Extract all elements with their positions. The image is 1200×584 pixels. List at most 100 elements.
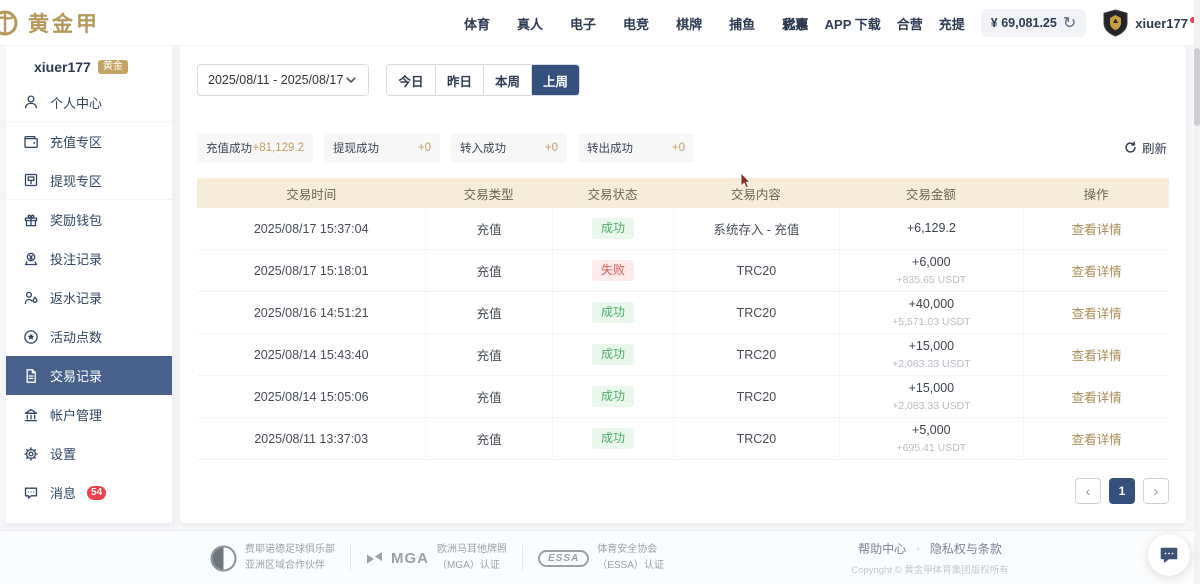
feyenoord-logo-icon (210, 545, 237, 572)
col-action: 操作 (1023, 184, 1169, 203)
view-details-link[interactable]: 查看详情 (1072, 387, 1122, 406)
cell-time: 2025/08/14 15:43:40 (197, 348, 425, 362)
nav-cards[interactable]: 棋牌 (676, 14, 702, 33)
vip-level-badge: 黄金 (98, 60, 128, 74)
nav-esports[interactable]: 电竞 (623, 14, 649, 33)
cell-type: 充值 (425, 418, 551, 459)
nav-slots[interactable]: 电子 (570, 14, 596, 33)
date-range-select[interactable]: 2025/08/11 - 2025/08/17 (197, 64, 369, 96)
chevron-down-icon (344, 73, 358, 87)
cert-essa: ESSA 体育安全协会 （ESSA）认证 (538, 542, 664, 574)
bank-icon (23, 407, 39, 423)
sidebar-item-messages[interactable]: 消息 54 (6, 473, 172, 512)
star-icon (23, 329, 39, 345)
col-content: 交易内容 (673, 184, 838, 203)
cell-time: 2025/08/14 15:05:06 (197, 390, 425, 404)
status-badge: 失败 (592, 260, 634, 281)
cell-amount: +15,000+2,083.33 USDT (839, 334, 1024, 375)
page-prev-button[interactable]: ‹ (1075, 478, 1101, 504)
sidebar-item-personal-center[interactable]: 个人中心 (6, 83, 172, 122)
status-badge: 成功 (592, 218, 634, 239)
gear-icon (23, 446, 39, 462)
scrollbar-thumb[interactable] (1194, 48, 1200, 126)
tab-this-week[interactable]: 本周 (483, 65, 531, 95)
refresh-icon (1124, 141, 1137, 154)
cell-type: 充值 (425, 208, 551, 249)
status-badge: 成功 (592, 302, 634, 323)
sidebar-item-transaction-records[interactable]: 交易记录 (6, 356, 172, 395)
site-logo[interactable]: 黄金甲 (0, 6, 100, 40)
sidebar-username: xiuer177 (34, 59, 91, 75)
cell-status: 失败 (552, 250, 674, 291)
sidebar-item-activity-points[interactable]: 活动点数 (6, 317, 172, 356)
nav-sports[interactable]: 体育 (464, 14, 490, 33)
cell-status: 成功 (552, 376, 674, 417)
cell-action: 查看详情 (1023, 334, 1169, 375)
sidebar-item-label: 帐户管理 (50, 405, 102, 424)
refresh-button[interactable]: 刷新 (1124, 138, 1167, 157)
link-promotions[interactable]: 优惠 (783, 14, 809, 33)
sidebar-item-rebate-records[interactable]: 返水记录 (6, 278, 172, 317)
link-app-download[interactable]: APP 下载 (825, 14, 881, 33)
certifications: 费耶诺德足球俱乐部 亚洲区域合作伙伴 MGA 欧洲马耳他牌照 （MGA）认证 E… (210, 531, 664, 584)
page-next-button[interactable]: › (1143, 478, 1169, 504)
cell-status: 成功 (552, 292, 674, 333)
cert-line2: 亚洲区域合作伙伴 (245, 558, 335, 574)
view-details-link[interactable]: 查看详情 (1072, 261, 1122, 280)
sidebar-item-account-management[interactable]: 帐户管理 (6, 395, 172, 434)
cert-line1: 体育安全协会 (597, 542, 664, 558)
cert-mga: MGA 欧洲马耳他牌照 （MGA）认证 (366, 542, 507, 574)
date-range-value: 2025/08/11 - 2025/08/17 (208, 73, 343, 87)
unread-count-badge: 54 (87, 486, 106, 500)
sidebar-item-settings[interactable]: 设置 (6, 434, 172, 473)
cell-time: 2025/08/17 15:37:04 (197, 222, 425, 236)
main-nav: 体育 真人 电子 电竞 棋牌 捕鱼 彩票 (464, 0, 808, 46)
avatar-shield-icon (1102, 9, 1129, 37)
tab-yesterday[interactable]: 昨日 (435, 65, 483, 95)
help-center-link[interactable]: 帮助中心 (858, 540, 906, 557)
user-menu[interactable]: xiuer177 (1102, 9, 1196, 37)
divider (350, 545, 351, 571)
sidebar-item-label: 提现专区 (50, 171, 102, 190)
sidebar-item-label: 投注记录 (50, 249, 102, 268)
cell-content: TRC20 (673, 292, 838, 333)
stat-transfer-in-success: 转入成功 +0 (451, 133, 567, 163)
footer-right: 帮助中心 › 隐私权与条款 Copyright © 黄金甲体育集团版权所有 (830, 540, 1030, 576)
sidebar: xiuer177 黄金 个人中心 充值专区 提现专区 奖励钱包 投注记录 返水记… (6, 46, 172, 523)
chat-bubble-icon (23, 485, 39, 501)
header-username: xiuer177 (1135, 16, 1188, 31)
sidebar-item-deposit[interactable]: 充值专区 (6, 122, 172, 161)
summary-stats: 充值成功 +81,129.2 提现成功 +0 转入成功 +0 转出成功 +0 (197, 133, 694, 163)
view-details-link[interactable]: 查看详情 (1072, 429, 1122, 448)
table-header: 交易时间 交易类型 交易状态 交易内容 交易金额 操作 (197, 178, 1169, 208)
footer-link-separator: › (916, 543, 920, 555)
copyright: Copyright © 黄金甲体育集团版权所有 (830, 562, 1030, 576)
sidebar-item-withdraw[interactable]: 提现专区 (6, 161, 172, 200)
scrollbar-track[interactable] (1194, 0, 1200, 584)
transactions-table: 交易时间 交易类型 交易状态 交易内容 交易金额 操作 2025/08/17 1… (197, 178, 1169, 460)
view-details-link[interactable]: 查看详情 (1072, 345, 1122, 364)
privacy-terms-link[interactable]: 隐私权与条款 (930, 540, 1002, 557)
sidebar-item-reward-wallet[interactable]: 奖励钱包 (6, 200, 172, 239)
divider (522, 545, 523, 571)
cell-time: 2025/08/17 15:18:01 (197, 264, 425, 278)
view-details-link[interactable]: 查看详情 (1072, 303, 1122, 322)
view-details-link[interactable]: 查看详情 (1072, 219, 1122, 238)
table-row: 2025/08/17 15:18:01 充值 失败 TRC20 +6,000+8… (197, 250, 1169, 292)
link-affiliate[interactable]: 合营 (897, 14, 923, 33)
cell-amount: +5,000+695.41 USDT (839, 418, 1024, 459)
sidebar-item-bet-records[interactable]: 投注记录 (6, 239, 172, 278)
page-1-button[interactable]: 1 (1109, 478, 1135, 504)
cert-line2: （ESSA）认证 (597, 558, 664, 574)
nav-fishing[interactable]: 捕鱼 (729, 14, 755, 33)
tab-today[interactable]: 今日 (387, 65, 435, 95)
link-deposit-withdraw[interactable]: 充提 (939, 14, 965, 33)
balance-pill[interactable]: ¥ 69,081.25 ↻ (981, 9, 1086, 37)
status-badge: 成功 (592, 344, 634, 365)
refresh-balance-icon[interactable]: ↻ (1063, 13, 1076, 33)
customer-service-button[interactable] (1148, 534, 1190, 576)
tab-last-week[interactable]: 上周 (531, 65, 579, 95)
nav-live[interactable]: 真人 (517, 14, 543, 33)
sidebar-item-label: 消息 (50, 483, 76, 502)
table-row: 2025/08/11 13:37:03 充值 成功 TRC20 +5,000+6… (197, 418, 1169, 460)
